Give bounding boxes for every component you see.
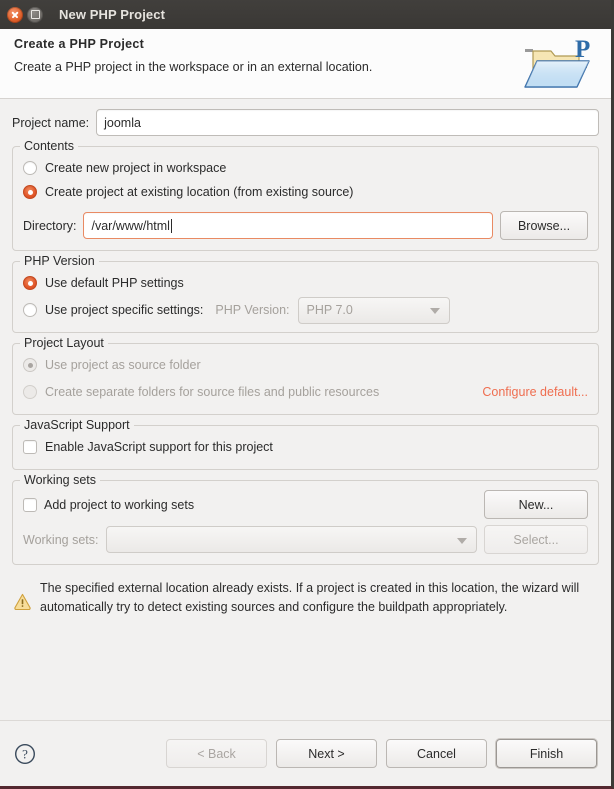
svg-text:P: P	[575, 36, 590, 63]
page-title: Create a PHP Project	[14, 37, 145, 51]
maximize-icon[interactable]	[27, 6, 43, 23]
working-sets-group: Working sets Add project to working sets…	[12, 473, 599, 565]
warning-text: The specified external location already …	[40, 581, 580, 615]
javascript-support-group-title: JavaScript Support	[20, 418, 134, 432]
chevron-down-icon-working-sets	[457, 537, 467, 544]
php-version-field-label: PHP Version:	[215, 303, 290, 317]
radio-create-existing-location[interactable]: Create project at existing location (fro…	[23, 180, 588, 204]
directory-input[interactable]: /var/www/html	[83, 212, 493, 239]
project-layout-group-title: Project Layout	[20, 336, 108, 350]
project-name-input[interactable]: joomla	[96, 109, 599, 136]
add-working-sets-row: Add project to working sets New...	[23, 490, 588, 519]
text-caret	[170, 218, 172, 233]
working-sets-select	[105, 526, 477, 553]
radio-icon-workspace	[23, 161, 37, 175]
radio-icon-source-folder	[23, 358, 37, 372]
radio-use-default-php[interactable]: Use default PHP settings	[23, 271, 588, 295]
dialog-footer: ? < Back Next > Cancel Finish	[0, 720, 611, 786]
directory-row: Directory: /var/www/html Browse...	[23, 211, 588, 240]
title-bar: New PHP Project	[0, 0, 611, 29]
php-project-folder-icon: P	[524, 36, 590, 88]
checkbox-label-add-working-sets: Add project to working sets	[44, 497, 195, 512]
warning-message: The specified external location already …	[12, 579, 599, 618]
checkbox-label-javascript: Enable JavaScript support for this proje…	[45, 440, 273, 454]
project-layout-group: Project Layout Use project as source fol…	[12, 336, 599, 415]
project-name-row: Project name: joomla	[12, 109, 599, 136]
page-description: Create a PHP project in the workspace or…	[14, 60, 373, 74]
finish-button[interactable]: Finish	[496, 739, 597, 768]
radio-icon-default-php	[23, 276, 37, 290]
radio-label-default-php: Use default PHP settings	[45, 276, 184, 290]
checkbox-enable-javascript[interactable]: Enable JavaScript support for this proje…	[23, 435, 588, 459]
radio-label-existing: Create project at existing location (fro…	[45, 185, 354, 199]
warning-triangle-icon	[14, 593, 31, 610]
working-sets-group-title: Working sets	[20, 473, 101, 487]
javascript-support-group: JavaScript Support Enable JavaScript sup…	[12, 418, 599, 470]
svg-text:?: ?	[22, 746, 28, 761]
new-working-set-button[interactable]: New...	[484, 490, 588, 519]
project-name-label: Project name:	[12, 115, 90, 130]
php-version-selected-value: PHP 7.0	[306, 303, 353, 317]
working-sets-select-row: Working sets: Select...	[23, 525, 588, 554]
browse-button[interactable]: Browse...	[500, 211, 588, 240]
php-version-select[interactable]: PHP 7.0	[297, 296, 450, 324]
radio-use-project-as-source: Use project as source folder	[23, 353, 588, 377]
configure-default-link[interactable]: Configure default...	[482, 385, 588, 399]
chevron-down-icon	[429, 308, 440, 314]
php-version-group: PHP Version Use default PHP settings Use…	[12, 254, 599, 333]
cancel-button[interactable]: Cancel	[386, 739, 487, 768]
new-php-project-dialog: New PHP Project Create a PHP Project Cre…	[0, 0, 614, 789]
php-version-group-title: PHP Version	[20, 254, 99, 268]
radio-label-workspace: Create new project in workspace	[45, 161, 227, 175]
radio-label-source-folder: Use project as source folder	[45, 358, 201, 372]
close-icon[interactable]	[7, 6, 23, 23]
next-button[interactable]: Next >	[276, 739, 377, 768]
radio-icon-existing	[23, 185, 37, 199]
directory-value: /var/www/html	[91, 218, 170, 233]
select-working-set-button: Select...	[484, 525, 588, 554]
dialog-header: Create a PHP Project Create a PHP projec…	[0, 29, 611, 99]
radio-icon-specific-php	[23, 303, 37, 317]
directory-label: Directory:	[23, 218, 77, 233]
radio-create-separate-folders: Create separate folders for source files…	[23, 380, 588, 404]
contents-group: Contents Create new project in workspace…	[12, 139, 599, 251]
radio-create-new-workspace[interactable]: Create new project in workspace	[23, 156, 588, 180]
help-question-icon[interactable]: ?	[14, 743, 36, 765]
project-name-value: joomla	[104, 115, 141, 130]
radio-label-separate-folders: Create separate folders for source files…	[45, 385, 380, 399]
checkbox-icon-add-working-sets[interactable]	[23, 497, 37, 512]
window-title: New PHP Project	[59, 7, 166, 22]
back-button: < Back	[166, 739, 267, 768]
checkbox-icon-javascript	[23, 440, 37, 454]
radio-icon-separate-folders	[23, 385, 37, 399]
radio-use-specific-php[interactable]: Use project specific settings: PHP Versi…	[23, 296, 588, 324]
radio-label-specific-php: Use project specific settings:	[45, 303, 204, 317]
contents-group-title: Contents	[20, 139, 79, 153]
dialog-body: Project name: joomla Contents Create new…	[0, 99, 611, 720]
working-sets-label: Working sets:	[23, 532, 99, 547]
